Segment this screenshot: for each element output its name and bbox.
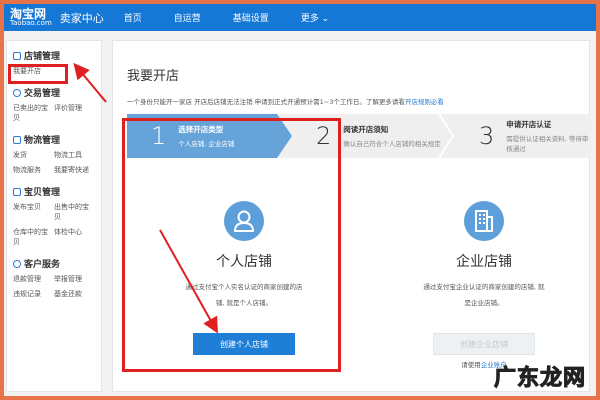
annotation-arrows [73,62,218,334]
arrow-to-open-shop [73,62,107,103]
watermark: 广东龙网 [493,366,586,392]
app-frame: 淘宝网 Taobao.com 卖家中心 首页 自运营 基础设置 更多 ⌄ 店铺管理… [4,4,596,396]
arrow-to-create-button [159,229,218,334]
